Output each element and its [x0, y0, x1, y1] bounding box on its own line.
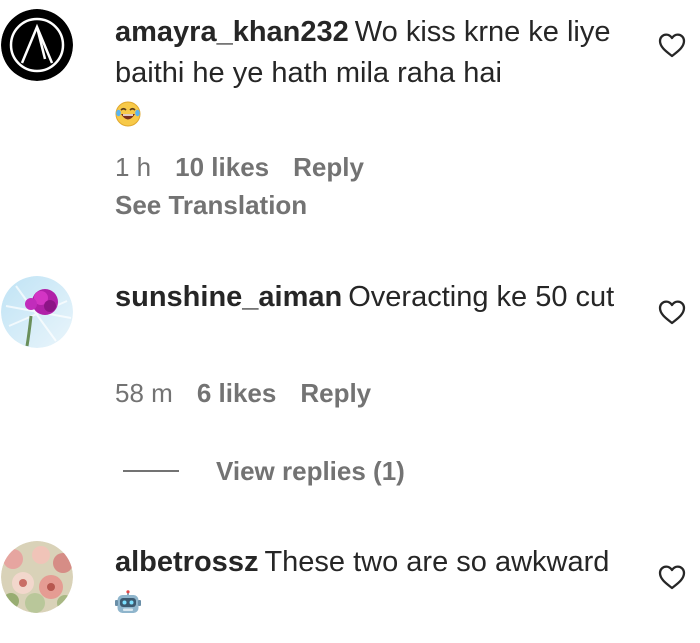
- avatar[interactable]: [1, 541, 73, 613]
- comment-body: amayra_khan232 Wo kiss krne ke liye baith…: [115, 12, 635, 135]
- comment-meta: 58 m 6 likes Reply: [115, 377, 395, 409]
- reply-button[interactable]: Reply: [293, 151, 364, 183]
- like-heart-icon[interactable]: [657, 31, 687, 59]
- timestamp: 1 h: [115, 152, 152, 182]
- username[interactable]: amayra_khan232: [115, 16, 349, 48]
- likes-count[interactable]: 6 likes: [197, 377, 277, 409]
- view-replies-button[interactable]: View replies (1): [123, 454, 405, 488]
- avatar[interactable]: [1, 276, 73, 348]
- laughing-tears-emoji: [115, 101, 141, 127]
- comment-meta: 1 h 10 likes Reply: [115, 151, 388, 183]
- comment-body: sunshine_aiman Overacting ke 50 cut: [115, 277, 635, 318]
- reply-button[interactable]: Reply: [300, 377, 371, 409]
- comment-text: Overacting ke 50 cut: [348, 281, 615, 313]
- see-translation-button[interactable]: See Translation: [115, 189, 307, 221]
- view-replies-label[interactable]: View replies (1): [216, 456, 405, 487]
- divider: [123, 470, 179, 472]
- like-heart-icon[interactable]: [657, 563, 687, 591]
- like-heart-icon[interactable]: [657, 298, 687, 326]
- comment-body: albetrossz These two are so awkward: [115, 542, 635, 624]
- robot-emoji: [115, 590, 141, 616]
- comment-text: These two are so awkward: [264, 546, 610, 578]
- username[interactable]: sunshine_aiman: [115, 281, 342, 313]
- username[interactable]: albetrossz: [115, 546, 258, 578]
- likes-count[interactable]: 10 likes: [175, 151, 269, 183]
- avatar[interactable]: [1, 9, 73, 81]
- timestamp: 58 m: [115, 378, 173, 408]
